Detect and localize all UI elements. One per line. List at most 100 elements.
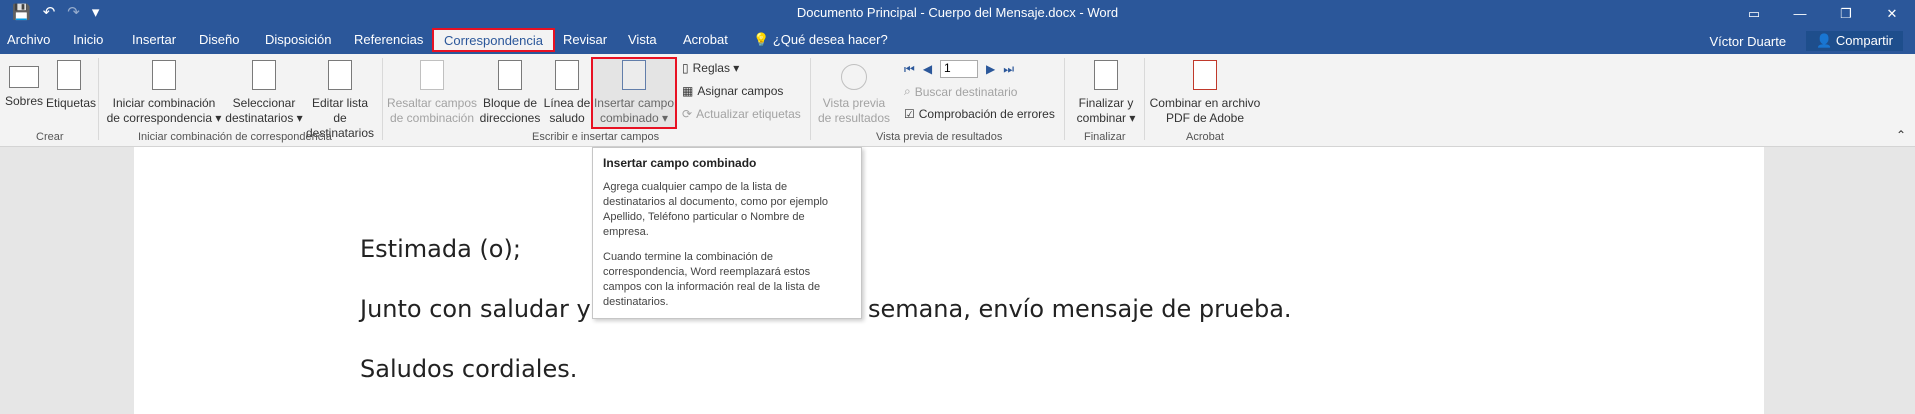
resaltar-label-2: de combinación bbox=[389, 111, 475, 125]
first-record-icon[interactable]: ⏮ bbox=[904, 62, 915, 77]
iniciar-label-1: Iniciar combinación bbox=[112, 96, 216, 110]
tooltip-paragraph-2: Cuando termine la combinación de corresp… bbox=[603, 251, 821, 308]
buscar-destinatario-button[interactable]: ⌕ Buscar destinatario bbox=[904, 84, 1017, 99]
actualizar-label: Actualizar etiquetas bbox=[696, 107, 801, 121]
last-record-icon[interactable]: ⏭ bbox=[1003, 62, 1014, 77]
sobres-label: Sobres bbox=[4, 94, 44, 108]
acrobat-label-2: PDF de Adobe bbox=[1165, 111, 1245, 125]
tab-insertar[interactable]: Insertar bbox=[132, 32, 176, 47]
update-labels-icon: ⟳ bbox=[682, 107, 693, 121]
envelope-icon bbox=[9, 66, 39, 88]
group-label-crear: Crear bbox=[36, 131, 64, 143]
comprobacion-errores-button[interactable]: ☑ Comprobación de errores bbox=[904, 107, 1055, 121]
recipients-icon bbox=[252, 60, 276, 90]
combinar-pdf-button[interactable]: Combinar en archivo PDF de Adobe bbox=[1146, 60, 1264, 126]
reglas-label: Reglas ▾ bbox=[692, 61, 740, 75]
sobres-button[interactable]: Sobres bbox=[4, 60, 44, 109]
close-icon[interactable]: ✕ bbox=[1869, 0, 1915, 27]
highlight-insertar-campo bbox=[591, 57, 677, 129]
window-controls: ▭ — ❐ ✕ bbox=[1731, 0, 1915, 27]
share-button[interactable]: 👤 Compartir bbox=[1806, 31, 1903, 51]
finalizar-combinar-button[interactable]: Finalizar y combinar ▾ bbox=[1070, 60, 1142, 126]
comprobacion-label: Comprobación de errores bbox=[918, 107, 1055, 121]
previous-record-icon[interactable]: ◀ bbox=[923, 62, 932, 76]
rules-icon: ▯ bbox=[682, 61, 689, 75]
buscar-label: Buscar destinatario bbox=[914, 84, 1018, 99]
group-separator bbox=[1064, 58, 1065, 140]
asignar-campos-button[interactable]: ▦ Asignar campos bbox=[682, 84, 783, 98]
group-label-acrobat: Acrobat bbox=[1186, 131, 1224, 143]
seleccionar-label-1: Seleccionar bbox=[232, 96, 296, 110]
actualizar-etiquetas-button[interactable]: ⟳ Actualizar etiquetas bbox=[682, 107, 801, 121]
share-label: Compartir bbox=[1835, 33, 1893, 48]
tab-archivo[interactable]: Archivo bbox=[7, 32, 50, 47]
etiquetas-button[interactable]: Etiquetas bbox=[46, 60, 97, 111]
find-recipient-icon: ⌕ bbox=[904, 84, 911, 98]
tab-revisar[interactable]: Revisar bbox=[563, 32, 607, 47]
finish-merge-icon bbox=[1094, 60, 1118, 90]
vista-label-2: de resultados bbox=[817, 111, 891, 125]
vista-label-1: Vista previa bbox=[822, 96, 886, 110]
tab-correspondencia[interactable]: Correspondencia bbox=[432, 28, 556, 52]
tab-acrobat[interactable]: Acrobat bbox=[683, 32, 728, 47]
edit-list-icon bbox=[328, 60, 352, 90]
bloque-direcciones-button[interactable]: Bloque de direcciones bbox=[478, 60, 542, 126]
linea-label-2: saludo bbox=[549, 111, 585, 125]
iniciar-label-2: de correspondencia ▾ bbox=[106, 111, 222, 125]
document-page[interactable]: Estimada (o); Junto con saludar y semana… bbox=[134, 147, 1764, 414]
tooltip-insertar-campo: Insertar campo combinado Agrega cualquie… bbox=[592, 147, 862, 319]
ribbon-tabs: Archivo Inicio Insertar Diseño Disposici… bbox=[0, 27, 1915, 54]
finalizar-label-1: Finalizar y bbox=[1078, 96, 1134, 110]
account-area: Víctor Duarte 👤 Compartir bbox=[1710, 31, 1903, 51]
lightbulb-icon: 💡 bbox=[753, 32, 773, 47]
paragraph-3: Saludos cordiales. bbox=[360, 355, 578, 383]
tab-inicio[interactable]: Inicio bbox=[73, 32, 103, 47]
next-record-icon[interactable]: ▶ bbox=[986, 62, 995, 76]
preview-results-icon bbox=[841, 64, 867, 90]
user-name[interactable]: Víctor Duarte bbox=[1710, 34, 1787, 49]
tab-diseno[interactable]: Diseño bbox=[199, 32, 239, 47]
editar-label-1: Editar lista de bbox=[311, 96, 369, 125]
acrobat-label-1: Combinar en archivo bbox=[1149, 96, 1261, 110]
group-separator bbox=[98, 58, 99, 140]
tell-me-box[interactable]: 💡 ¿Qué desea hacer? bbox=[753, 32, 888, 48]
tab-disposicion[interactable]: Disposición bbox=[265, 32, 331, 47]
group-separator bbox=[810, 58, 811, 140]
adobe-pdf-icon bbox=[1193, 60, 1217, 90]
group-label-finalizar: Finalizar bbox=[1084, 131, 1126, 143]
iniciar-combinacion-button[interactable]: Iniciar combinación de correspondencia ▾ bbox=[106, 60, 222, 126]
reglas-button[interactable]: ▯ Reglas ▾ bbox=[682, 61, 739, 75]
seleccionar-destinatarios-button[interactable]: Seleccionar destinatarios ▾ bbox=[224, 60, 304, 126]
group-label-escribir: Escribir e insertar campos bbox=[532, 131, 660, 143]
ribbon-display-options-icon[interactable]: ▭ bbox=[1731, 0, 1777, 27]
etiquetas-label: Etiquetas bbox=[46, 96, 97, 110]
paragraph-1: Estimada (o); bbox=[360, 235, 521, 263]
bloque-label-2: direcciones bbox=[479, 111, 541, 125]
window-title: Documento Principal - Cuerpo del Mensaje… bbox=[796, 5, 1119, 20]
greeting-line-icon bbox=[555, 60, 579, 90]
record-navigation: ⏮ ◀ 1 ▶ ⏭ bbox=[904, 60, 1014, 78]
vista-previa-button[interactable]: Vista previa de resultados bbox=[814, 60, 894, 126]
record-number-input[interactable]: 1 bbox=[940, 60, 979, 78]
group-label-iniciar: Iniciar combinación de correspondencia bbox=[138, 131, 332, 143]
collapse-ribbon-icon[interactable]: ⌃ bbox=[1896, 128, 1906, 142]
tell-me-label: ¿Qué desea hacer? bbox=[772, 32, 888, 47]
linea-saludo-button[interactable]: Línea de saludo bbox=[542, 60, 592, 126]
asignar-label: Asignar campos bbox=[697, 84, 784, 98]
minimize-icon[interactable]: — bbox=[1777, 0, 1823, 27]
bloque-label-1: Bloque de bbox=[482, 96, 538, 110]
tab-referencias[interactable]: Referencias bbox=[354, 32, 423, 47]
editar-lista-button[interactable]: Editar lista de destinatarios bbox=[304, 60, 376, 141]
group-separator bbox=[382, 58, 383, 140]
linea-label-1: Línea de bbox=[543, 96, 591, 110]
check-errors-icon: ☑ bbox=[904, 107, 915, 121]
address-block-icon bbox=[498, 60, 522, 90]
person-icon: 👤 bbox=[1816, 33, 1836, 48]
highlight-fields-icon bbox=[420, 60, 444, 90]
tooltip-title: Insertar campo combinado bbox=[603, 156, 757, 170]
tab-vista[interactable]: Vista bbox=[628, 32, 657, 47]
finalizar-label-2: combinar ▾ bbox=[1076, 111, 1136, 125]
resaltar-campos-button[interactable]: Resaltar campos de combinación bbox=[386, 60, 478, 126]
restore-icon[interactable]: ❐ bbox=[1823, 0, 1869, 27]
paragraph-2-end: semana, envío mensaje de prueba. bbox=[867, 295, 1292, 323]
